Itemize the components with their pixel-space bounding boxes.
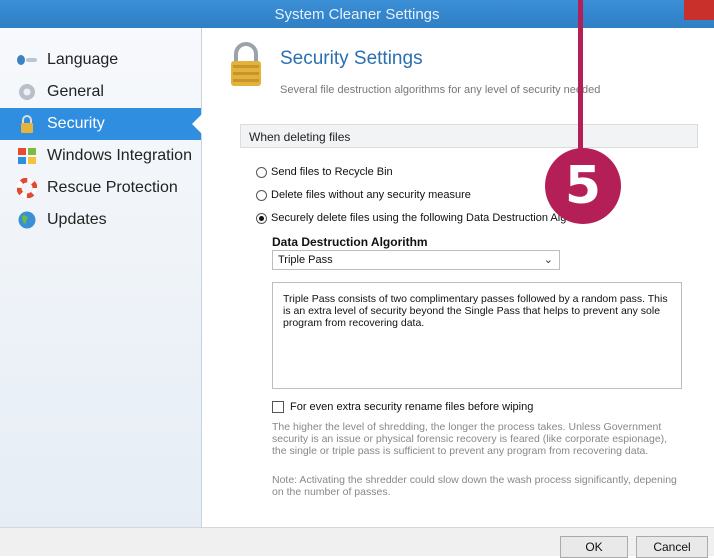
callout-badge: 5: [545, 148, 621, 224]
sidebar-item-language[interactable]: Language: [0, 44, 201, 76]
shredder-note: Note: Activating the shredder could slow…: [272, 474, 677, 498]
option-secure-delete[interactable]: Securely delete files using the followin…: [256, 212, 597, 224]
option-label: Delete files without any security measur…: [271, 189, 471, 201]
algorithm-selected: Triple Pass: [278, 254, 333, 266]
sidebar-item-security[interactable]: Security: [0, 108, 202, 140]
windows-flag-icon: [15, 144, 39, 168]
sidebar-item-label: Language: [47, 51, 119, 68]
sidebar-item-rescue-protection[interactable]: Rescue Protection: [0, 172, 201, 204]
sidebar-item-label: Windows Integration: [47, 147, 192, 164]
settings-panel: Security Settings Several file destructi…: [202, 28, 714, 527]
sidebar: Language General Security Windows Integr…: [0, 28, 202, 527]
sidebar-item-general[interactable]: General: [0, 76, 201, 108]
language-icon: [15, 48, 39, 72]
close-button[interactable]: [684, 0, 714, 20]
window-title: System Cleaner Settings: [274, 6, 440, 23]
lifebuoy-icon: [15, 176, 39, 200]
info-note: The higher the level of shredding, the l…: [272, 421, 668, 457]
radio-button[interactable]: [256, 212, 267, 224]
title-bar: System Cleaner Settings: [0, 0, 714, 28]
page-title: Security Settings: [280, 48, 423, 69]
dialog-footer: OK Cancel: [0, 527, 714, 558]
radio-button[interactable]: [256, 166, 267, 178]
radio-button[interactable]: [256, 189, 267, 201]
checkbox-label: For even extra security rename files bef…: [290, 401, 534, 413]
callout-pointer: [578, 0, 583, 150]
padlock-icon: [231, 42, 261, 86]
algorithm-dropdown[interactable]: Triple Pass ⌄: [272, 250, 560, 270]
page-subtitle: Several file destruction algorithms for …: [280, 84, 601, 96]
section-header: When deleting files: [240, 124, 698, 148]
sidebar-item-label: Security: [47, 115, 105, 132]
sidebar-item-label: Rescue Protection: [47, 179, 178, 196]
option-label: Send files to Recycle Bin: [271, 166, 393, 178]
gear-icon: [15, 80, 39, 104]
lock-icon: [15, 112, 39, 136]
option-recycle-bin[interactable]: Send files to Recycle Bin: [256, 166, 393, 178]
option-label: Securely delete files using the followin…: [271, 212, 597, 224]
algorithm-label: Data Destruction Algorithm: [272, 235, 428, 249]
globe-icon: [15, 208, 39, 232]
sidebar-item-label: Updates: [47, 211, 107, 228]
sidebar-item-windows-integration[interactable]: Windows Integration: [0, 140, 201, 172]
chevron-down-icon: ⌄: [543, 254, 553, 266]
algorithm-description: Triple Pass consists of two complimentar…: [272, 282, 682, 389]
option-delete-no-security[interactable]: Delete files without any security measur…: [256, 189, 471, 201]
sidebar-item-label: General: [47, 83, 104, 100]
sidebar-item-updates[interactable]: Updates: [0, 204, 201, 236]
rename-files-option[interactable]: For even extra security rename files bef…: [272, 401, 533, 413]
checkbox[interactable]: [272, 401, 284, 413]
